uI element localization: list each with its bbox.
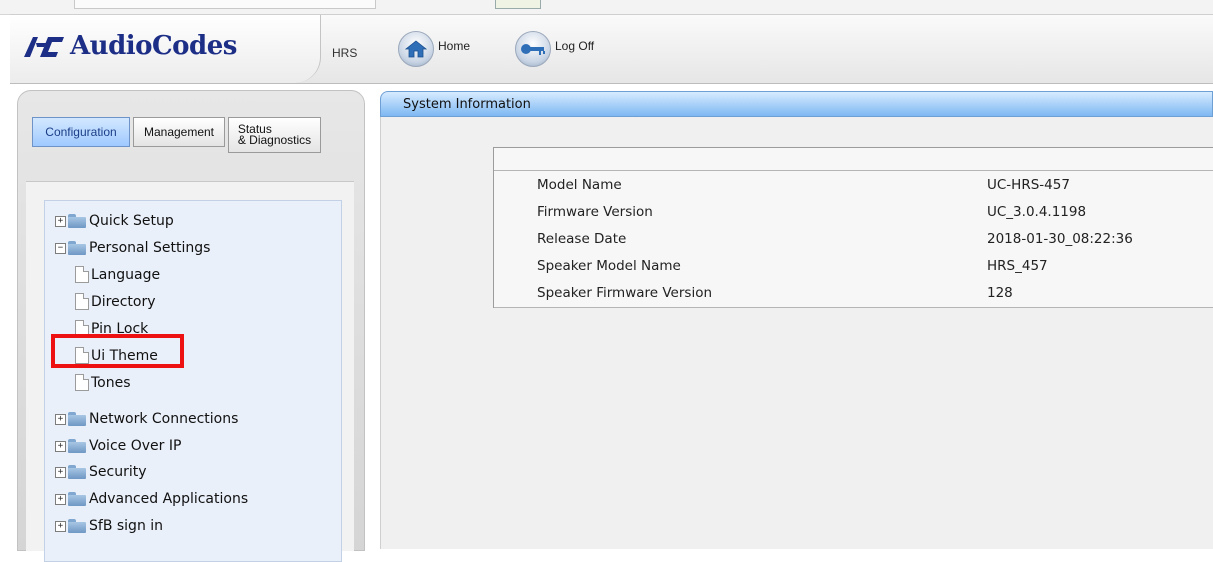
expand-icon[interactable]: + (55, 493, 66, 505)
page-icon (75, 266, 89, 283)
table-row: Speaker Model Name HRS_457 (494, 252, 1213, 279)
folder-icon (68, 519, 86, 533)
row-value: 128 (987, 284, 1013, 301)
nav-tree: + Quick Setup − Personal Settings Langua… (44, 200, 342, 562)
table-row: Firmware Version UC_3.0.4.1198 (494, 198, 1213, 225)
content-area: Model Name UC-HRS-457 Firmware Version U… (380, 117, 1213, 549)
page-icon (75, 293, 89, 310)
folder-icon (68, 241, 86, 255)
logoff-button[interactable]: Log Off (515, 31, 594, 71)
tree-item-sfb-sign-in[interactable]: + SfB sign in (55, 518, 163, 534)
logoff-label: Log Off (555, 39, 595, 53)
tree-item-label: SfB sign in (89, 518, 164, 534)
expand-icon[interactable]: + (55, 440, 66, 452)
tree-item-language[interactable]: Language (75, 266, 160, 283)
highlight-box (51, 334, 184, 368)
tree-item-label: Language (91, 266, 161, 283)
navigation-panel: Configuration Management Status & Diagno… (17, 90, 365, 562)
toolbar-fragment (495, 0, 541, 9)
collapse-icon[interactable]: − (55, 242, 66, 254)
audiocodes-logo: AudioCodes (22, 29, 237, 63)
header-bar: AudioCodes HRS Home Log Off (10, 14, 1213, 84)
table-row: Model Name UC-HRS-457 (494, 171, 1213, 198)
tree-item-advanced-applications[interactable]: + Advanced Applications (55, 491, 248, 507)
expand-icon[interactable]: + (55, 520, 66, 532)
folder-icon (68, 412, 86, 426)
expand-icon[interactable]: + (55, 413, 66, 425)
tab-configuration[interactable]: Configuration (32, 117, 130, 147)
device-name: HRS (332, 46, 358, 60)
folder-icon (68, 439, 86, 453)
tree-item-label: Network Connections (89, 411, 239, 427)
expand-icon[interactable]: + (55, 466, 66, 478)
tab-management[interactable]: Management (133, 117, 225, 147)
panel-title: System Information (403, 97, 531, 112)
tree-item-security[interactable]: + Security (55, 464, 147, 480)
home-label: Home (438, 39, 471, 53)
table-row: Release Date 2018-01-30_08:22:36 (494, 225, 1213, 252)
page-icon (75, 374, 89, 391)
tree-item-label: Advanced Applications (89, 491, 249, 507)
row-value: 2018-01-30_08:22:36 (987, 230, 1133, 247)
tree-item-tones[interactable]: Tones (75, 374, 131, 391)
home-icon (398, 31, 434, 67)
tree-item-voice-over-ip[interactable]: + Voice Over IP (55, 438, 181, 454)
tree-item-directory[interactable]: Directory (75, 293, 156, 310)
browser-strip (0, 0, 1213, 15)
folder-icon (68, 492, 86, 506)
key-icon (515, 31, 551, 67)
tree-item-quick-setup[interactable]: + Quick Setup (55, 213, 174, 229)
row-label: Model Name (537, 176, 622, 193)
logo-text: AudioCodes (70, 31, 237, 61)
tab-status-diagnostics[interactable]: Status & Diagnostics (228, 117, 321, 153)
table-header (494, 148, 1213, 171)
table-row: Speaker Firmware Version 128 (494, 279, 1213, 306)
tree-item-personal-settings[interactable]: − Personal Settings (55, 240, 210, 256)
table-body: Model Name UC-HRS-457 Firmware Version U… (494, 171, 1213, 308)
panel-title-bar: System Information (380, 91, 1213, 117)
home-button[interactable]: Home (398, 31, 470, 71)
folder-icon (68, 465, 86, 479)
tree-item-label: Voice Over IP (89, 438, 182, 454)
tree-item-label: Tones (91, 374, 131, 391)
tree-item-label: Personal Settings (89, 240, 211, 256)
nav-tabs: Configuration Management Status & Diagno… (32, 117, 324, 153)
row-value: UC_3.0.4.1198 (987, 203, 1087, 220)
address-area (74, 0, 376, 9)
tab-status-line2: & Diagnostics (237, 133, 312, 147)
tree-item-network-connections[interactable]: + Network Connections (55, 411, 238, 427)
tree-item-label: Security (89, 464, 147, 480)
row-value: HRS_457 (987, 257, 1048, 274)
row-label: Firmware Version (537, 203, 653, 220)
tree-item-label: Directory (91, 293, 156, 310)
logo-mark-icon (24, 37, 64, 57)
row-label: Release Date (537, 230, 627, 247)
expand-icon[interactable]: + (55, 215, 66, 227)
logo-area: AudioCodes (10, 15, 321, 83)
tree-item-label: Quick Setup (89, 213, 174, 229)
row-label: Speaker Model Name (537, 257, 681, 274)
folder-icon (68, 214, 86, 228)
row-value: UC-HRS-457 (987, 176, 1070, 193)
system-info-table: Model Name UC-HRS-457 Firmware Version U… (493, 147, 1213, 308)
row-label: Speaker Firmware Version (537, 284, 713, 301)
